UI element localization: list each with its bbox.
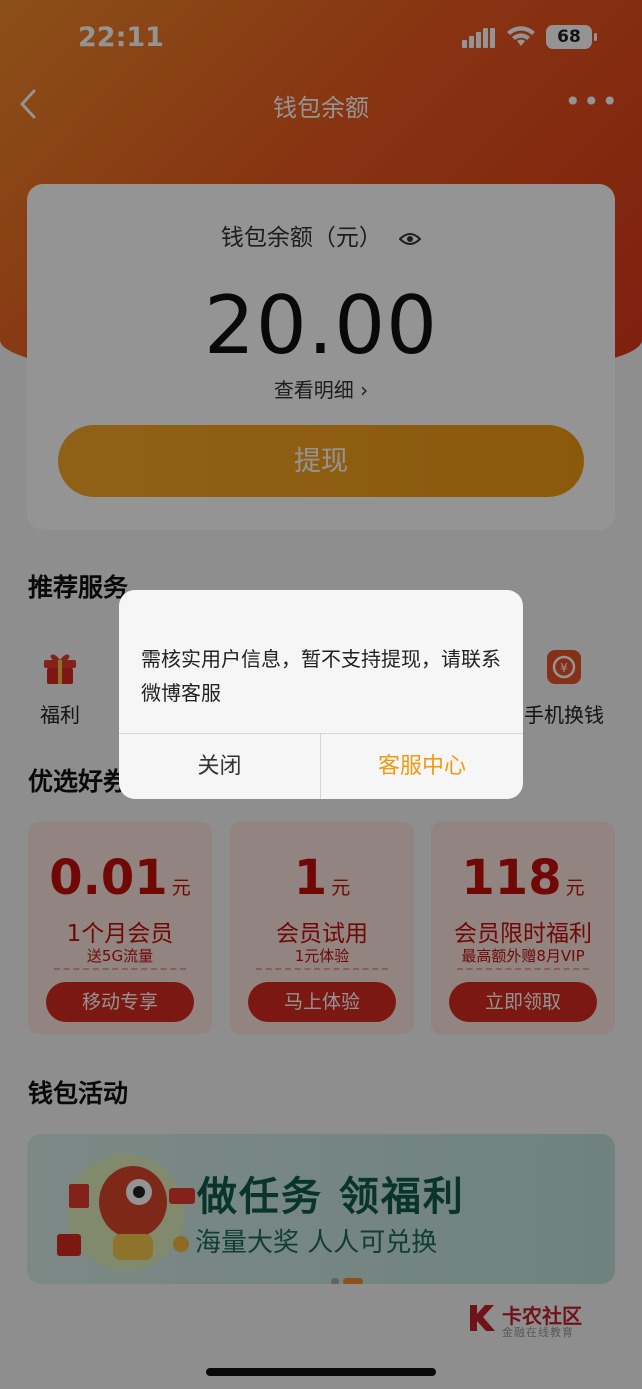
dialog-actions: 关闭 客服中心 (119, 733, 523, 799)
dialog-message: 需核实用户信息，暂不支持提现，请联系微博客服 (141, 647, 501, 705)
alert-dialog: 需核实用户信息，暂不支持提现，请联系微博客服 关闭 客服中心 (119, 590, 523, 799)
close-button[interactable]: 关闭 (119, 734, 321, 799)
customer-service-button[interactable]: 客服中心 (321, 734, 523, 799)
